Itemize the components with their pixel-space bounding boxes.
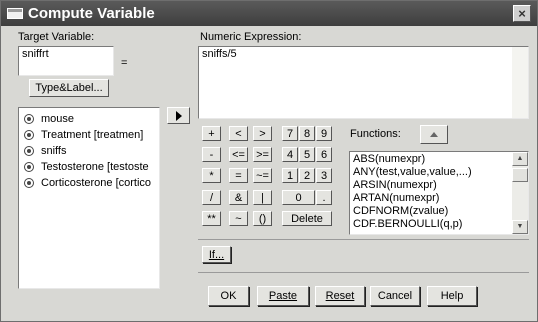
functions-list[interactable]: ABS(numexpr) ANY(test,value,value,...) A… — [349, 151, 529, 235]
list-item[interactable]: mouse — [19, 111, 159, 127]
expression-scrollbar[interactable] — [512, 47, 528, 118]
window-title: Compute Variable — [28, 5, 155, 22]
scroll-thumb[interactable] — [512, 168, 528, 182]
separator — [198, 239, 529, 240]
numeric-expression-value: sniffs/5 — [202, 48, 237, 60]
function-insert-button[interactable] — [420, 125, 448, 144]
calc-key-multiply[interactable]: * — [202, 168, 221, 183]
calc-key-power[interactable]: ** — [202, 211, 221, 226]
list-item[interactable]: sniffs — [19, 143, 159, 159]
calc-key-plus[interactable]: + — [202, 126, 221, 141]
functions-label: Functions: — [350, 128, 401, 140]
list-item[interactable]: ANY(test,value,value,...) — [350, 166, 528, 179]
calc-key-2[interactable]: 2 — [299, 168, 315, 183]
if-button[interactable]: If... — [202, 246, 231, 263]
cancel-button[interactable]: Cancel — [370, 286, 420, 306]
type-label-button[interactable]: Type&Label... — [29, 79, 109, 97]
title-bar: Compute Variable × — [1, 1, 537, 26]
move-to-expression-button[interactable] — [167, 107, 190, 124]
close-button[interactable]: × — [513, 5, 531, 22]
calc-key-0[interactable]: 0 — [282, 190, 315, 205]
calc-key-not-equal[interactable]: ~= — [253, 168, 272, 183]
calc-key-greater-equal[interactable]: >= — [253, 147, 272, 162]
list-item[interactable]: CDFNORM(zvalue) — [350, 205, 528, 218]
calc-key-less-equal[interactable]: <= — [229, 147, 248, 162]
numeric-variable-icon — [24, 162, 34, 172]
calc-key-and[interactable]: & — [229, 190, 248, 205]
numeric-variable-icon — [24, 114, 34, 124]
calc-key-not[interactable]: ~ — [229, 211, 248, 226]
numeric-variable-icon — [24, 130, 34, 140]
target-variable-label: Target Variable: — [18, 31, 95, 43]
calc-key-greater-than[interactable]: > — [253, 126, 272, 141]
close-icon: × — [518, 6, 526, 21]
window-icon — [7, 8, 23, 19]
list-item[interactable]: Testosterone [testoste — [19, 159, 159, 175]
triangle-up-icon — [430, 132, 438, 137]
help-button[interactable]: Help — [427, 286, 477, 306]
calc-key-7[interactable]: 7 — [282, 126, 298, 141]
numeric-expression-input[interactable]: sniffs/5 — [198, 46, 529, 119]
target-variable-input[interactable]: sniffrt — [18, 46, 114, 76]
calc-key-or[interactable]: | — [253, 190, 272, 205]
calc-key-4[interactable]: 4 — [282, 147, 298, 162]
calc-key-1[interactable]: 1 — [282, 168, 298, 183]
numeric-expression-label: Numeric Expression: — [200, 31, 302, 43]
calc-key-8[interactable]: 8 — [299, 126, 315, 141]
list-item[interactable]: Corticosterone [cortico — [19, 175, 159, 191]
scroll-down-icon[interactable]: ▼ — [512, 220, 528, 234]
calc-key-minus[interactable]: - — [202, 147, 221, 162]
list-item[interactable]: ARTAN(numexpr) — [350, 192, 528, 205]
calc-key-divide[interactable]: / — [202, 190, 221, 205]
list-item[interactable]: ARSIN(numexpr) — [350, 179, 528, 192]
calc-key-delete[interactable]: Delete — [282, 211, 332, 226]
variable-list[interactable]: mouse Treatment [treatmen] sniffs Testos… — [18, 107, 160, 289]
paste-button[interactable]: Paste — [257, 286, 309, 306]
list-item[interactable]: Treatment [treatmen] — [19, 127, 159, 143]
compute-variable-dialog: Compute Variable × Target Variable: snif… — [0, 0, 538, 322]
separator — [198, 272, 529, 273]
calc-key-3[interactable]: 3 — [316, 168, 332, 183]
triangle-right-icon — [175, 110, 182, 121]
calc-key-9[interactable]: 9 — [316, 126, 332, 141]
calc-key-6[interactable]: 6 — [316, 147, 332, 162]
numeric-variable-icon — [24, 146, 34, 156]
list-item[interactable]: ABS(numexpr) — [350, 153, 528, 166]
target-variable-value: sniffrt — [22, 48, 49, 60]
scroll-up-icon[interactable]: ▲ — [512, 152, 528, 166]
calc-key-decimal[interactable]: . — [316, 190, 332, 205]
ok-button[interactable]: OK — [208, 286, 249, 306]
calc-key-5[interactable]: 5 — [299, 147, 315, 162]
calc-key-equals[interactable]: = — [229, 168, 248, 183]
equals-sign: = — [121, 57, 128, 69]
list-item[interactable]: CDF.BERNOULLI(q,p) — [350, 218, 528, 231]
calc-key-less-than[interactable]: < — [229, 126, 248, 141]
numeric-variable-icon — [24, 178, 34, 188]
functions-scrollbar[interactable]: ▲ ▼ — [512, 152, 528, 234]
calc-key-parentheses[interactable]: () — [253, 211, 272, 226]
reset-button[interactable]: Reset — [315, 286, 365, 306]
